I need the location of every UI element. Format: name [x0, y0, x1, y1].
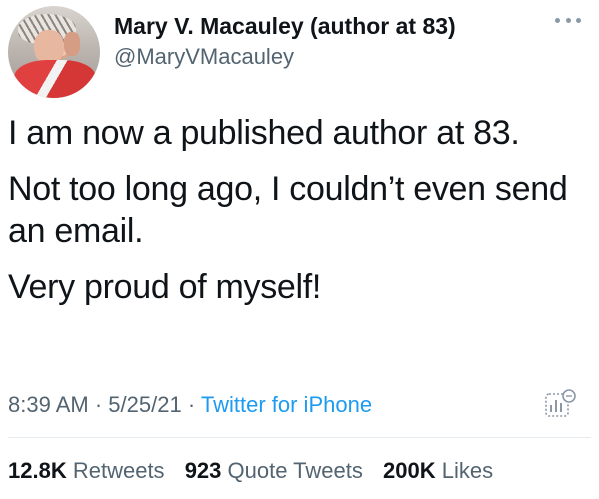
- meta-separator: ·: [187, 392, 196, 417]
- likes-count: 200K: [383, 458, 436, 483]
- tweet-analytics-icon[interactable]: [543, 388, 579, 422]
- likes-stat[interactable]: 200K Likes: [383, 458, 493, 483]
- tweet-text: I am now a published author at 83. Not t…: [8, 112, 588, 322]
- avatar[interactable]: [8, 6, 100, 98]
- user-handle[interactable]: @MaryVMacauley: [114, 44, 294, 70]
- meta-separator: ·: [94, 392, 103, 417]
- retweets-label: Retweets: [72, 458, 165, 483]
- divider: [8, 437, 591, 438]
- more-options-icon[interactable]: [555, 10, 581, 30]
- more-dot: [576, 17, 581, 23]
- retweets-count: 12.8K: [8, 458, 67, 483]
- quote-tweets-label: Quote Tweets: [227, 458, 363, 483]
- retweets-stat[interactable]: 12.8K Retweets: [8, 458, 165, 483]
- tweet-time[interactable]: 8:39 AM: [8, 392, 89, 417]
- tweet-card: Mary V. Macauley (author at 83) @MaryVMa…: [0, 0, 599, 499]
- quote-tweets-stat[interactable]: 923 Quote Tweets: [185, 458, 363, 483]
- tweet-date[interactable]: 5/25/21: [108, 392, 181, 417]
- tweet-meta: 8:39 AM · 5/25/21 · Twitter for iPhone: [8, 392, 372, 418]
- more-dot: [555, 17, 560, 23]
- quote-tweets-count: 923: [184, 458, 222, 483]
- display-name[interactable]: Mary V. Macauley (author at 83): [114, 13, 456, 40]
- tweet-paragraph: I am now a published author at 83.: [8, 114, 520, 152]
- tweet-paragraph: Very proud of myself!: [8, 268, 322, 306]
- avatar-hand: [64, 32, 80, 56]
- tweet-stats: 12.8K Retweets 923 Quote Tweets 200K Lik…: [8, 458, 507, 484]
- avatar-face: [34, 30, 64, 64]
- tweet-paragraph: Not too long ago, I couldn’t even send a…: [8, 170, 568, 250]
- likes-label: Likes: [441, 458, 494, 483]
- more-dot: [565, 17, 571, 23]
- avatar-shirt: [14, 60, 96, 98]
- tweet-source-link[interactable]: Twitter for iPhone: [201, 392, 372, 417]
